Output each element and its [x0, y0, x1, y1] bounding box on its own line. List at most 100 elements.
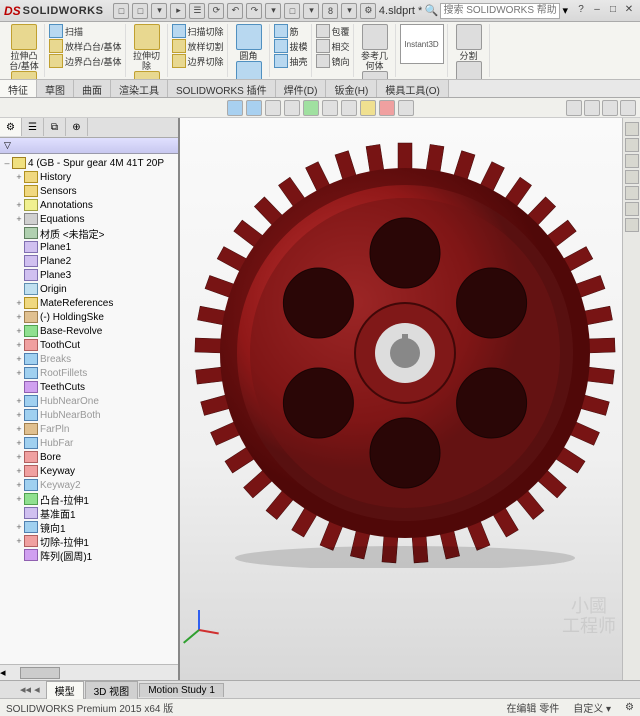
- ribbon-big-button[interactable]: 旋转凸台/基体: [7, 71, 41, 80]
- qat-button[interactable]: ▾: [303, 3, 319, 19]
- tree-node[interactable]: +Bore: [0, 450, 178, 464]
- expand-icon[interactable]: +: [14, 326, 24, 336]
- ribbon-big-button[interactable]: 圆角: [232, 24, 266, 61]
- manager-tab[interactable]: ⚙: [0, 118, 22, 136]
- expand-icon[interactable]: –: [2, 158, 12, 168]
- ribbon-big-button[interactable]: 拉伸切除: [130, 24, 164, 71]
- tree-node[interactable]: +Breaks: [0, 352, 178, 366]
- command-tab[interactable]: 模具工具(O): [377, 80, 448, 97]
- expand-icon[interactable]: +: [14, 494, 24, 504]
- collapse-ribbon-icon[interactable]: [566, 100, 582, 116]
- taskpane-forum-icon[interactable]: [625, 218, 639, 232]
- expand-icon[interactable]: +: [14, 410, 24, 420]
- display-style-icon[interactable]: [322, 100, 338, 116]
- tree-node[interactable]: +RootFillets: [0, 366, 178, 380]
- tree-node[interactable]: +Keyway2: [0, 478, 178, 492]
- help-button[interactable]: ?: [574, 4, 588, 18]
- tree-node[interactable]: +(-) HoldingSke: [0, 310, 178, 324]
- ribbon-big-button[interactable]: 线性阵列: [232, 61, 266, 80]
- tree-node[interactable]: +Base-Revolve: [0, 324, 178, 338]
- ribbon-small-button[interactable]: 镜向: [316, 54, 350, 68]
- hide-show-icon[interactable]: [341, 100, 357, 116]
- tree-node[interactable]: +镜向1: [0, 520, 178, 534]
- ribbon-small-button[interactable]: 拔模: [274, 39, 308, 53]
- view-settings-icon[interactable]: [398, 100, 414, 116]
- close-button[interactable]: ✕: [622, 4, 636, 18]
- tree-node[interactable]: +Equations: [0, 212, 178, 226]
- scroll-left-icon[interactable]: ◂: [0, 666, 6, 679]
- taskpane-properties-icon[interactable]: [625, 202, 639, 216]
- tree-root-node[interactable]: – 4 (GB - Spur gear 4M 41T 20P: [0, 156, 178, 170]
- edit-appearance-icon[interactable]: [360, 100, 376, 116]
- minimize-doc-icon[interactable]: [584, 100, 600, 116]
- command-tab[interactable]: 钣金(H): [326, 80, 377, 97]
- qat-button[interactable]: ↶: [227, 3, 243, 19]
- manager-tab[interactable]: ⧉: [44, 118, 66, 136]
- expand-icon[interactable]: +: [14, 396, 24, 406]
- tree-node[interactable]: 材质 <未指定>: [0, 226, 178, 240]
- taskpane-library-icon[interactable]: [625, 138, 639, 152]
- manager-tab[interactable]: ☰: [22, 118, 44, 136]
- minimize-button[interactable]: –: [590, 4, 604, 18]
- command-tab[interactable]: 曲面: [74, 80, 111, 97]
- orientation-triad[interactable]: [188, 600, 228, 640]
- qat-button[interactable]: □: [113, 3, 129, 19]
- expand-icon[interactable]: +: [14, 368, 24, 378]
- previous-view-icon[interactable]: [265, 100, 281, 116]
- qat-button[interactable]: ☰: [189, 3, 205, 19]
- motion-tab[interactable]: 3D 视图: [85, 681, 139, 699]
- command-tab[interactable]: 渲染工具: [111, 80, 168, 97]
- close-doc-icon[interactable]: [620, 100, 636, 116]
- tree-node[interactable]: Plane1: [0, 240, 178, 254]
- ribbon-big-button[interactable]: 曲线: [358, 71, 392, 80]
- qat-button[interactable]: ↷: [246, 3, 262, 19]
- taskpane-appearances-icon[interactable]: [625, 186, 639, 200]
- ribbon-big-button[interactable]: 分割: [452, 24, 486, 61]
- taskpane-explorer-icon[interactable]: [625, 154, 639, 168]
- tree-horizontal-scrollbar[interactable]: ◂: [0, 664, 178, 680]
- expand-icon[interactable]: +: [14, 424, 24, 434]
- ribbon-small-button[interactable]: 边界凸台/基体: [49, 54, 122, 68]
- tree-filter-bar[interactable]: ▽: [0, 138, 178, 154]
- scrollbar-thumb[interactable]: [20, 667, 60, 679]
- ribbon-big-button[interactable]: 组合: [452, 61, 486, 80]
- motion-tab[interactable]: 模型: [46, 681, 84, 699]
- maximize-button[interactable]: □: [606, 4, 620, 18]
- qat-button[interactable]: ▾: [265, 3, 281, 19]
- ribbon-big-button[interactable]: 异型孔向导: [130, 71, 164, 80]
- tree-node[interactable]: TeethCuts: [0, 380, 178, 394]
- status-customize-button[interactable]: 自定义 ▾: [573, 700, 611, 715]
- taskpane-resources-icon[interactable]: [625, 122, 639, 136]
- view-orientation-icon[interactable]: [303, 100, 319, 116]
- taskpane-viewpalette-icon[interactable]: [625, 170, 639, 184]
- tree-node[interactable]: +HubFar: [0, 436, 178, 450]
- tree-node[interactable]: +ToothCut: [0, 338, 178, 352]
- qat-button[interactable]: ⟳: [208, 3, 224, 19]
- tree-node[interactable]: +HubNearBoth: [0, 408, 178, 422]
- help-search-input[interactable]: [440, 3, 560, 19]
- tree-node[interactable]: +Annotations: [0, 198, 178, 212]
- command-tab[interactable]: SOLIDWORKS 插件: [168, 80, 276, 97]
- expand-icon[interactable]: +: [14, 438, 24, 448]
- qat-button[interactable]: ⚙: [360, 3, 376, 19]
- tree-node[interactable]: +HubNearOne: [0, 394, 178, 408]
- ribbon-small-button[interactable]: 放样凸台/基体: [49, 39, 122, 53]
- tree-node[interactable]: Plane3: [0, 268, 178, 282]
- qat-button[interactable]: □: [132, 3, 148, 19]
- qat-button[interactable]: □: [284, 3, 300, 19]
- ribbon-small-button[interactable]: 包覆: [316, 24, 350, 38]
- qat-button[interactable]: 8: [322, 3, 338, 19]
- qat-button[interactable]: ▾: [341, 3, 357, 19]
- tree-node[interactable]: +MateReferences: [0, 296, 178, 310]
- search-dropdown-icon[interactable]: ▾: [562, 4, 568, 17]
- tree-node[interactable]: Sensors: [0, 184, 178, 198]
- command-tab[interactable]: 草图: [37, 80, 74, 97]
- tree-node[interactable]: +History: [0, 170, 178, 184]
- qat-button[interactable]: ▸: [170, 3, 186, 19]
- tree-node[interactable]: +FarPln: [0, 422, 178, 436]
- zoom-area-icon[interactable]: [246, 100, 262, 116]
- ribbon-big-button[interactable]: 参考几何体: [358, 24, 392, 71]
- expand-icon[interactable]: +: [14, 172, 24, 182]
- expand-icon[interactable]: +: [14, 200, 24, 210]
- command-tab[interactable]: 焊件(D): [276, 80, 327, 97]
